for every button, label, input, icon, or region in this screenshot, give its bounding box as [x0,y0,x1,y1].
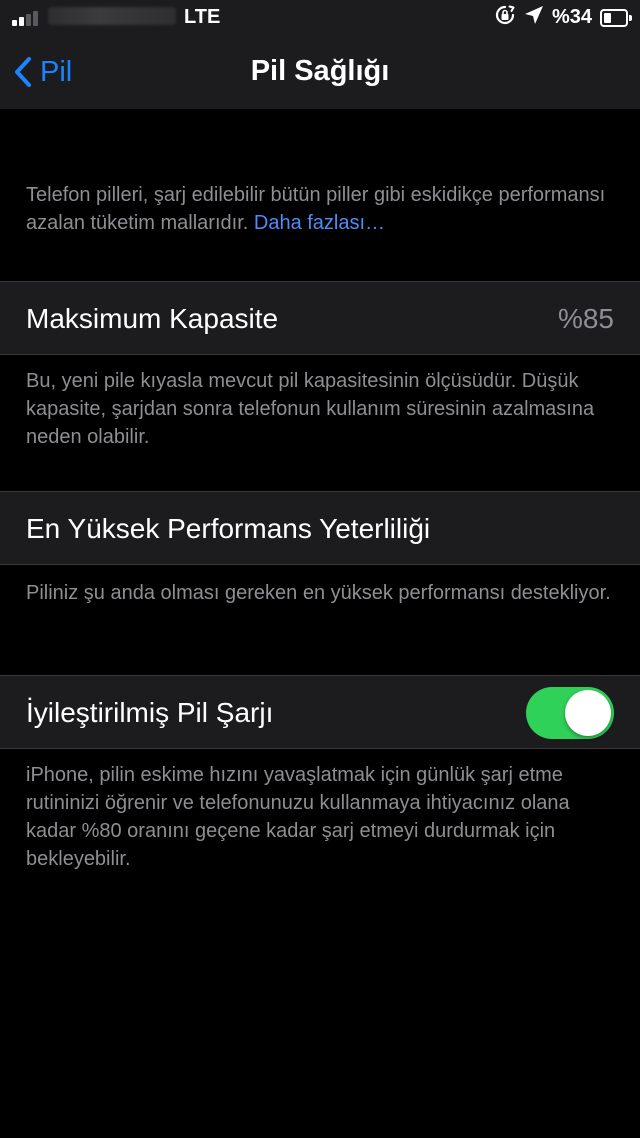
battery-icon [600,9,632,27]
navigation-bar: Pil Pil Sağlığı [0,34,640,109]
peak-performance-label: En Yüksek Performans Yeterliliği [26,513,431,544]
orientation-lock-icon [494,4,516,31]
status-bar-right: %34 [494,4,632,31]
location-arrow-icon [524,5,544,30]
max-capacity-row: Maksimum Kapasite %85 [0,281,640,355]
optimized-charging-toggle[interactable] [526,687,614,739]
page-title: Pil Sağlığı [250,55,390,87]
max-capacity-label: Maksimum Kapasite [26,303,279,334]
optimized-charging-label: İyileştirilmiş Pil Şarjı [26,697,274,728]
carrier-name-blurred [48,7,176,25]
peak-performance-description: Piliniz şu anda olması gereken en yüksek… [26,582,611,604]
learn-more-link[interactable]: Daha fazlası… [254,212,385,234]
intro-description: Telefon pilleri, şarj edilebilir bütün p… [26,181,616,237]
max-capacity-value: %85 [557,303,614,334]
optimized-charging-description: iPhone, pilin eskime hızını yavaşlatmak … [26,764,570,870]
max-capacity-description: Bu, yeni pile kıyasla mevcut pil kapasit… [26,370,595,448]
signal-strength-icon [12,8,42,26]
network-type: LTE [184,6,221,28]
status-bar: LTE %34 [0,0,640,34]
optimized-charging-row: İyileştirilmiş Pil Şarjı [0,675,640,749]
peak-performance-row: En Yüksek Performans Yeterliliği [0,491,640,565]
toggle-knob [565,690,611,736]
battery-percent: %34 [551,6,592,28]
